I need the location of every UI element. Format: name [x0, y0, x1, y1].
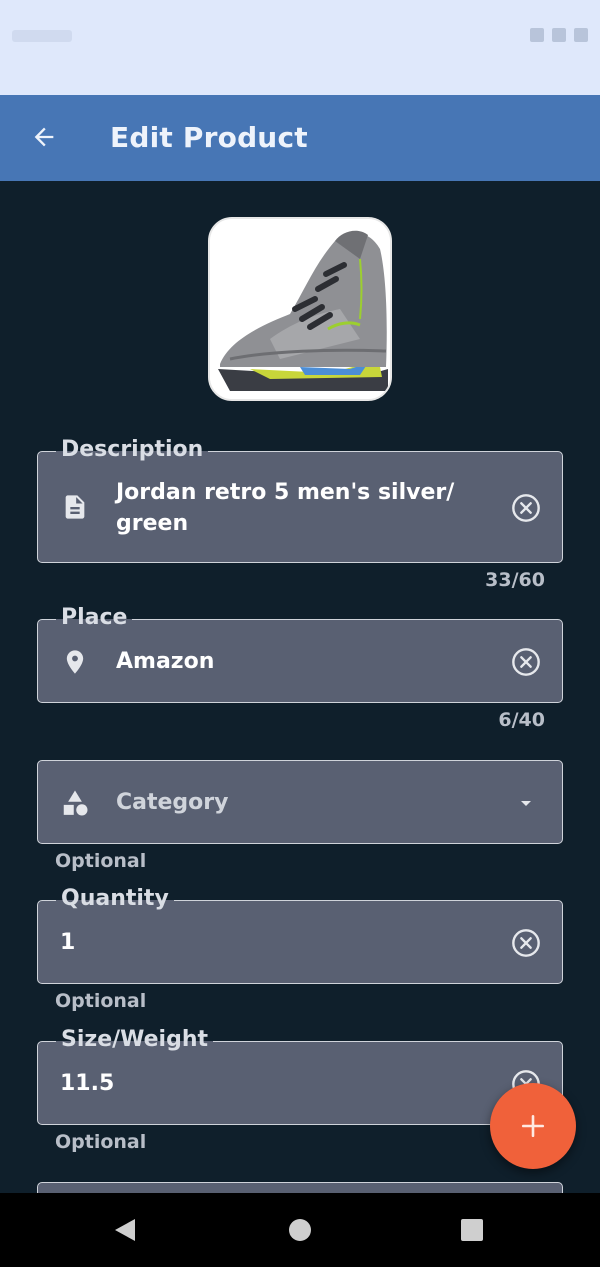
clear-icon	[512, 494, 540, 522]
place-counter: 6/40	[498, 709, 545, 731]
wifi-icon	[530, 28, 544, 42]
size-weight-input[interactable]: 11.5	[60, 1068, 114, 1099]
dropdown-arrow-button[interactable]	[510, 787, 542, 819]
quantity-clear-button[interactable]	[510, 927, 542, 959]
product-image[interactable]	[208, 217, 392, 401]
square-recents-icon	[461, 1219, 483, 1241]
place-field[interactable]: Place Amazon	[37, 604, 563, 703]
document-icon	[60, 492, 90, 522]
location-pin-icon	[60, 647, 90, 677]
size-weight-helper: Optional	[55, 1131, 147, 1153]
app-bar: Edit Product	[0, 95, 600, 181]
battery-icon	[574, 28, 588, 42]
clear-icon	[512, 648, 540, 676]
back-button[interactable]	[20, 113, 68, 161]
description-field[interactable]: Description Jordan retro 5 men's silver/…	[37, 436, 563, 563]
category-helper: Optional	[55, 850, 147, 872]
sneaker-photo	[210, 219, 390, 399]
page-title: Edit Product	[110, 121, 308, 154]
quantity-field[interactable]: Quantity 1	[37, 885, 563, 984]
size-weight-field[interactable]: Size/Weight 11.5	[37, 1026, 563, 1125]
description-label: Description	[56, 436, 209, 464]
description-counter: 33/60	[485, 569, 545, 591]
quantity-input[interactable]: 1	[60, 927, 75, 958]
nav-recents-button[interactable]	[455, 1213, 489, 1247]
quantity-helper: Optional	[55, 990, 147, 1012]
arrow-left-icon	[34, 127, 54, 147]
signal-icon	[552, 28, 566, 42]
nav-home-button[interactable]	[283, 1213, 317, 1247]
nav-back-button[interactable]	[108, 1213, 142, 1247]
system-nav-bar	[0, 1193, 600, 1267]
description-clear-button[interactable]	[510, 492, 542, 524]
place-label: Place	[56, 604, 133, 632]
plus-icon	[521, 1114, 545, 1138]
clear-icon	[512, 929, 540, 957]
status-icons	[530, 28, 588, 42]
shapes-icon	[60, 788, 90, 818]
status-bar	[0, 0, 600, 95]
caret-down-icon	[521, 801, 531, 806]
category-placeholder: Category	[116, 790, 229, 815]
size-weight-label: Size/Weight	[56, 1026, 214, 1054]
quantity-label: Quantity	[56, 885, 174, 913]
description-input[interactable]: Jordan retro 5 men's silver/ green	[116, 477, 476, 539]
place-input[interactable]: Amazon	[116, 646, 214, 677]
edit-form: Description Jordan retro 5 men's silver/…	[0, 181, 600, 1193]
place-clear-button[interactable]	[510, 646, 542, 678]
add-button[interactable]	[490, 1083, 576, 1169]
next-field[interactable]	[37, 1182, 563, 1193]
circle-home-icon	[289, 1219, 311, 1241]
category-dropdown[interactable]: Category	[37, 760, 563, 844]
triangle-back-icon	[115, 1219, 135, 1241]
status-bar-left	[12, 30, 72, 42]
